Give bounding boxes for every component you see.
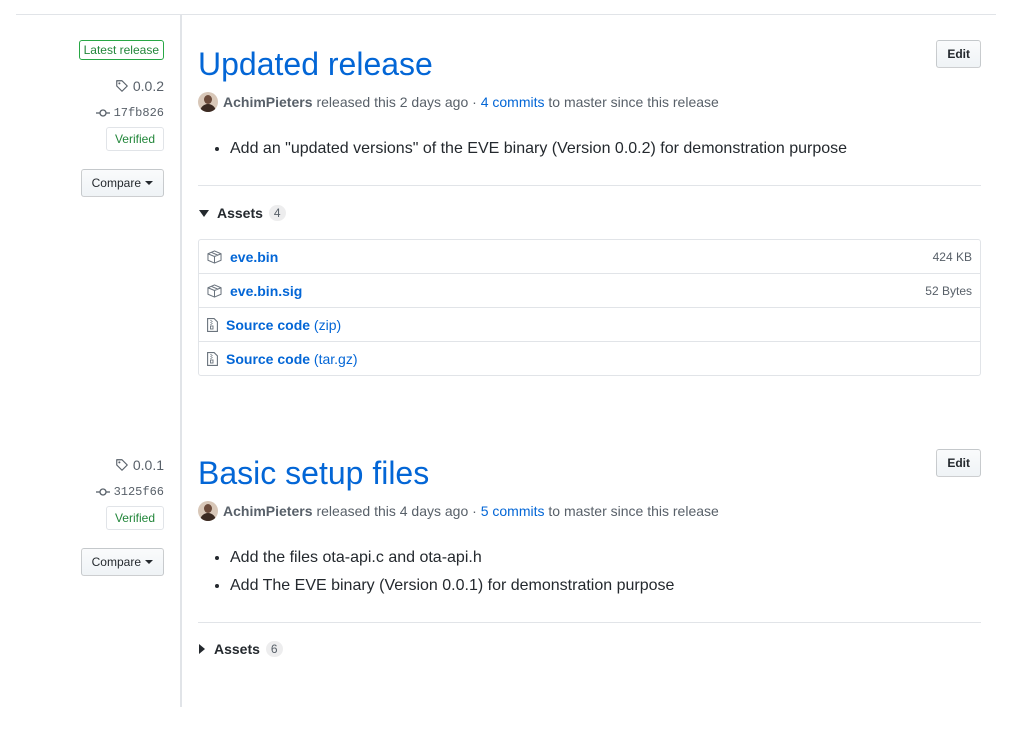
- latest-release-badge: Latest release: [78, 40, 164, 60]
- timeline-line: [180, 15, 182, 707]
- release-notes: Add the files ota-api.c and ota-api.h Ad…: [198, 544, 674, 600]
- file-zip-icon: [207, 317, 218, 332]
- verified-badge[interactable]: Verified: [105, 127, 164, 151]
- asset-ext: (zip): [313, 316, 342, 333]
- commits-suffix: to master since this release: [548, 503, 719, 519]
- commits-since-link[interactable]: 4 commits: [481, 94, 545, 110]
- asset-row: eve.bin.sig 52 Bytes: [199, 273, 980, 307]
- asset-link[interactable]: eve.bin.sig: [230, 283, 302, 299]
- assets-label: Assets: [214, 641, 260, 657]
- commits-since-link[interactable]: 5 commits: [481, 503, 545, 519]
- commit-link[interactable]: 17fb826: [95, 106, 164, 120]
- assets-toggle[interactable]: Assets 6: [198, 641, 283, 657]
- tag-icon: [115, 79, 129, 93]
- release-byline: AchimPieters released this 2 days ago · …: [198, 92, 719, 112]
- assets-label: Assets: [217, 205, 263, 221]
- edit-button[interactable]: Edit: [936, 449, 981, 477]
- avatar[interactable]: [198, 92, 218, 112]
- triangle-down-icon: [199, 209, 209, 217]
- assets-list: eve.bin 424 KB eve.bin.sig 52 Bytes Sour…: [198, 239, 981, 376]
- author-link[interactable]: AchimPieters: [223, 94, 312, 110]
- asset-size: 52 Bytes: [925, 283, 972, 298]
- asset-row: Source code (zip): [199, 307, 980, 341]
- caret-down-icon: [145, 560, 153, 564]
- asset-link[interactable]: Source code (zip): [226, 317, 341, 333]
- tag-name: 0.0.1: [132, 457, 164, 473]
- triangle-right-icon: [199, 644, 205, 654]
- tag-name: 0.0.2: [132, 78, 164, 94]
- git-commit-icon: [95, 108, 110, 118]
- released-text: released this 2 days ago ·: [316, 94, 477, 110]
- section-divider: [198, 622, 981, 623]
- top-divider: [16, 14, 996, 15]
- commit-sha: 17fb826: [113, 106, 164, 120]
- release-byline: AchimPieters released this 4 days ago · …: [198, 501, 719, 521]
- asset-row: Source code (tar.gz): [199, 341, 980, 375]
- asset-ext: (tar.gz): [313, 350, 358, 367]
- package-icon: [207, 249, 222, 264]
- tag-link[interactable]: 0.0.1: [115, 457, 164, 473]
- assets-toggle[interactable]: Assets 4: [198, 205, 286, 221]
- release-note-item: Add The EVE binary (Version 0.0.1) for d…: [230, 572, 674, 600]
- compare-label: Compare: [91, 176, 141, 190]
- assets-count: 4: [268, 205, 286, 221]
- compare-button[interactable]: Compare: [80, 548, 164, 576]
- tag-icon: [115, 458, 129, 472]
- package-icon: [207, 283, 222, 298]
- verified-badge[interactable]: Verified: [105, 506, 164, 530]
- asset-link[interactable]: Source code (tar.gz): [226, 351, 358, 367]
- release-title[interactable]: Updated release: [198, 44, 433, 84]
- assets-count: 6: [265, 641, 283, 657]
- release-notes: Add an "updated versions" of the EVE bin…: [198, 135, 847, 163]
- commit-sha: 3125f66: [113, 485, 164, 499]
- edit-button[interactable]: Edit: [936, 40, 981, 68]
- tag-link[interactable]: 0.0.2: [115, 78, 164, 94]
- avatar[interactable]: [198, 501, 218, 521]
- commit-link[interactable]: 3125f66: [95, 485, 164, 499]
- author-link[interactable]: AchimPieters: [223, 503, 312, 519]
- compare-label: Compare: [91, 555, 141, 569]
- caret-down-icon: [145, 181, 153, 185]
- asset-size: 424 KB: [932, 249, 972, 264]
- commits-suffix: to master since this release: [548, 94, 719, 110]
- asset-name: Source code: [226, 316, 311, 333]
- file-zip-icon: [207, 351, 218, 366]
- release-note-item: Add the files ota-api.c and ota-api.h: [230, 544, 674, 572]
- git-commit-icon: [95, 487, 110, 497]
- asset-link[interactable]: eve.bin: [230, 249, 278, 265]
- release-title[interactable]: Basic setup files: [198, 453, 429, 493]
- asset-name: Source code: [226, 350, 311, 367]
- section-divider: [198, 185, 981, 186]
- compare-button[interactable]: Compare: [80, 169, 164, 197]
- release-note-item: Add an "updated versions" of the EVE bin…: [230, 135, 847, 163]
- asset-row: eve.bin 424 KB: [199, 240, 980, 273]
- released-text: released this 4 days ago ·: [316, 503, 477, 519]
